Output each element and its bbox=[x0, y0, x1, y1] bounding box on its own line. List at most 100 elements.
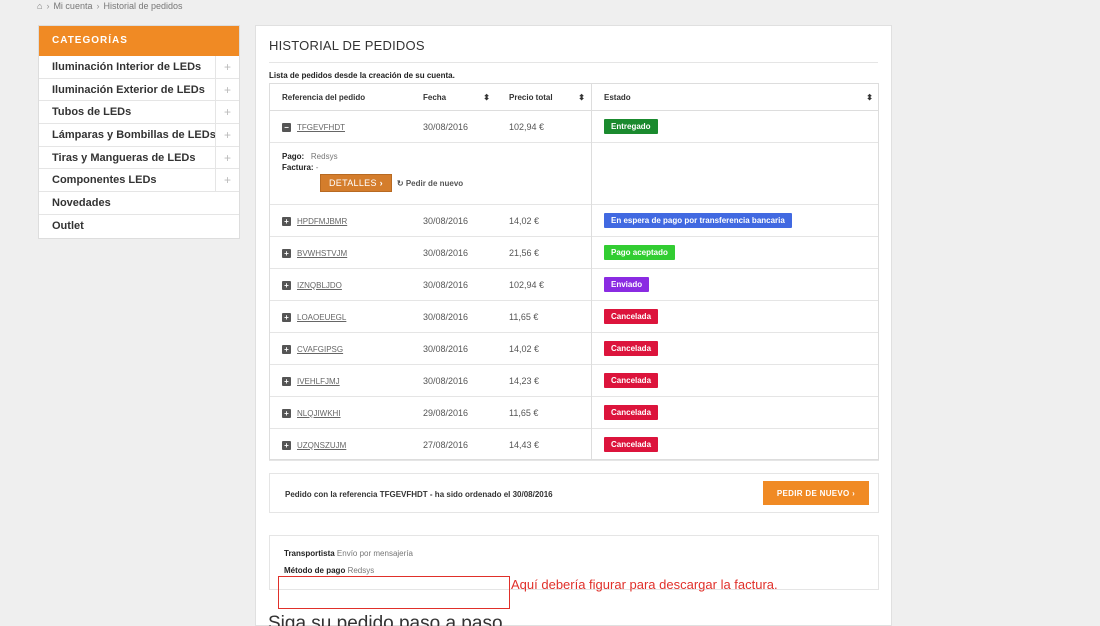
sidebar-item-label: Tubos de LEDs bbox=[52, 106, 132, 119]
sidebar-item-label: Iluminación Exterior de LEDs bbox=[52, 83, 205, 96]
sidebar-item-category[interactable]: Outlet bbox=[39, 215, 239, 238]
table-row[interactable]: + NLQJIWKHI 29/08/2016 11,65 € Cancelada bbox=[269, 396, 879, 429]
order-reference-cell: + HPDFMJBMR bbox=[269, 204, 410, 237]
sort-icon[interactable]: ⬍ bbox=[866, 93, 873, 102]
sidebar-item-category[interactable]: Iluminación Interior de LEDs + bbox=[39, 56, 239, 79]
order-total: 14,23 € bbox=[496, 364, 591, 397]
expand-plus-icon[interactable]: + bbox=[215, 169, 239, 192]
breadcrumb-separator: › bbox=[46, 1, 50, 11]
reorder-text: Pedido con la referencia TFGEVFHDT - ha … bbox=[285, 490, 553, 499]
column-header-date[interactable]: Fecha ⬍ bbox=[410, 83, 496, 111]
reorder-link[interactable]: ↻ Pedir de nuevo bbox=[397, 179, 463, 188]
annotation-text: Aquí debería figurar para descargar la f… bbox=[511, 577, 778, 592]
expand-plus-icon[interactable]: + bbox=[282, 280, 291, 290]
table-row[interactable]: + IZNQBLJDO 30/08/2016 102,94 € Enviado bbox=[269, 268, 879, 301]
sidebar-item-category[interactable]: Componentes LEDs + bbox=[39, 169, 239, 193]
order-payment-info: Pago: Redsys bbox=[282, 152, 338, 161]
payment-method-line: Método de pago Redsys bbox=[284, 566, 375, 575]
order-status-cell: En espera de pago por transferencia banc… bbox=[591, 204, 879, 237]
expand-plus-icon[interactable]: + bbox=[215, 124, 239, 146]
table-row[interactable]: + BVWHSTVJM 30/08/2016 21,56 € Pago aceptado bbox=[269, 236, 879, 269]
order-status-cell: Enviado bbox=[591, 268, 879, 301]
orders-table: Referencia del pedido Fecha ⬍ Precio tota… bbox=[269, 83, 879, 461]
details-button[interactable]: DETALLES › bbox=[320, 174, 392, 192]
order-reference-link[interactable]: UZQNSZUJM bbox=[297, 441, 346, 450]
table-row[interactable]: + UZQNSZUJM 27/08/2016 14,43 € Cancelada bbox=[269, 428, 879, 461]
order-reference-cell: + LOAOEUEGL bbox=[269, 300, 410, 333]
home-icon[interactable]: ⌂ bbox=[37, 1, 42, 11]
order-date: 27/08/2016 bbox=[410, 428, 496, 461]
refresh-icon: ↻ bbox=[396, 178, 404, 188]
order-total: 102,94 € bbox=[496, 110, 591, 143]
order-reference-link[interactable]: HPDFMJBMR bbox=[297, 217, 347, 226]
expand-plus-icon[interactable]: + bbox=[215, 101, 239, 124]
order-reference-link[interactable]: LOAOEUEGL bbox=[297, 313, 346, 322]
order-status-cell: Pago aceptado bbox=[591, 236, 879, 269]
order-reference-link[interactable]: TFGEVFHDT bbox=[297, 123, 345, 132]
page-title: HISTORIAL DE PEDIDOS bbox=[269, 38, 425, 53]
order-reference-cell: + IVEHLFJMJ bbox=[269, 364, 410, 397]
table-row[interactable]: + HPDFMJBMR 30/08/2016 14,02 € En espera de … bbox=[269, 204, 879, 237]
order-status-cell: Cancelada bbox=[591, 428, 879, 461]
breadcrumb: ⌂ › Mi cuenta › Historial de pedidos bbox=[37, 1, 183, 11]
order-detail-cell: Pago: Redsys Factura: - DETALLES › ↻ Pedir … bbox=[269, 142, 879, 205]
order-reference-cell: + NLQJIWKHI bbox=[269, 396, 410, 429]
column-header-total[interactable]: Precio total ⬍ bbox=[496, 83, 591, 111]
expand-plus-icon[interactable]: + bbox=[282, 408, 291, 418]
expand-plus-icon[interactable]: + bbox=[215, 78, 239, 101]
order-reference-link[interactable]: NLQJIWKHI bbox=[297, 409, 341, 418]
breadcrumb-item-current: Historial de pedidos bbox=[103, 1, 183, 11]
expand-plus-icon[interactable]: + bbox=[282, 440, 291, 450]
sidebar-item-label: Iluminación Interior de LEDs bbox=[52, 61, 202, 73]
sort-icon[interactable]: ⬍ bbox=[483, 93, 490, 102]
order-total: 21,56 € bbox=[496, 236, 591, 269]
sidebar-item-category[interactable]: Tubos de LEDs + bbox=[39, 101, 239, 125]
order-reference-link[interactable]: BVWHSTVJM bbox=[297, 249, 347, 258]
order-date: 30/08/2016 bbox=[410, 364, 496, 397]
sort-icon[interactable]: ⬍ bbox=[578, 93, 585, 102]
sidebar-item-category[interactable]: Tiras y Mangueras de LEDs + bbox=[39, 146, 239, 170]
column-header-status[interactable]: Estado ⬍ bbox=[591, 83, 879, 111]
table-row[interactable]: + LOAOEUEGL 30/08/2016 11,65 € Cancelada bbox=[269, 300, 879, 333]
table-row[interactable]: + IVEHLFJMJ 30/08/2016 14,23 € Cancelada bbox=[269, 364, 879, 397]
sidebar-item-category[interactable]: Novedades bbox=[39, 192, 239, 215]
annotation-highlight-box bbox=[278, 576, 510, 609]
order-reference-link[interactable]: CVAFGIPSG bbox=[297, 345, 343, 354]
order-total: 14,02 € bbox=[496, 204, 591, 237]
expand-plus-icon[interactable]: + bbox=[215, 146, 239, 169]
order-reference-cell: + IZNQBLJDO bbox=[269, 268, 410, 301]
expand-plus-icon[interactable]: + bbox=[282, 312, 291, 322]
title-divider bbox=[269, 62, 878, 63]
breadcrumb-item-mi-cuenta[interactable]: Mi cuenta bbox=[53, 1, 92, 11]
order-total: 11,65 € bbox=[496, 300, 591, 333]
order-status-cell: Cancelada bbox=[591, 300, 879, 333]
reorder-button[interactable]: PEDIR DE NUEVO › bbox=[763, 481, 869, 505]
order-history-panel: HISTORIAL DE PEDIDOS Lista de pedidos de… bbox=[255, 25, 892, 626]
chevron-right-icon: › bbox=[852, 488, 856, 498]
status-badge: Cancelada bbox=[604, 309, 659, 324]
sidebar-item-category[interactable]: Lámparas y Bombillas de LEDs + bbox=[39, 124, 239, 147]
order-date: 29/08/2016 bbox=[410, 396, 496, 429]
sidebar-item-label: Outlet bbox=[52, 219, 84, 232]
order-date: 30/08/2016 bbox=[410, 204, 496, 237]
order-reference-link[interactable]: IZNQBLJDO bbox=[297, 281, 342, 290]
expand-plus-icon[interactable]: + bbox=[215, 56, 239, 78]
table-row[interactable]: − TFGEVFHDT 30/08/2016 102,94 € Entregado bbox=[269, 110, 879, 143]
carrier-line: Transportista Envío por mensajería bbox=[284, 549, 413, 558]
expand-plus-icon[interactable]: + bbox=[282, 248, 291, 258]
column-header-reference[interactable]: Referencia del pedido bbox=[269, 83, 410, 111]
order-total: 14,43 € bbox=[496, 428, 591, 461]
expand-plus-icon[interactable]: + bbox=[282, 216, 291, 226]
reorder-box: Pedido con la referencia TFGEVFHDT - ha … bbox=[269, 473, 879, 513]
status-badge: En espera de pago por transferencia banc… bbox=[604, 213, 792, 228]
expand-plus-icon[interactable]: + bbox=[282, 344, 291, 354]
collapse-minus-icon[interactable]: − bbox=[282, 122, 291, 132]
order-reference-cell: − TFGEVFHDT bbox=[269, 110, 410, 143]
sidebar-item-category[interactable]: Iluminación Exterior de LEDs + bbox=[39, 78, 239, 102]
categories-sidebar: CATEGORÍAS Iluminación Interior de LEDs +… bbox=[38, 25, 240, 239]
expand-plus-icon[interactable]: + bbox=[282, 376, 291, 386]
status-badge: Pago aceptado bbox=[604, 245, 675, 260]
order-reference-link[interactable]: IVEHLFJMJ bbox=[297, 377, 340, 386]
table-row[interactable]: + CVAFGIPSG 30/08/2016 14,02 € Cancelada bbox=[269, 332, 879, 365]
order-invoice-info: Factura: - bbox=[282, 163, 319, 172]
